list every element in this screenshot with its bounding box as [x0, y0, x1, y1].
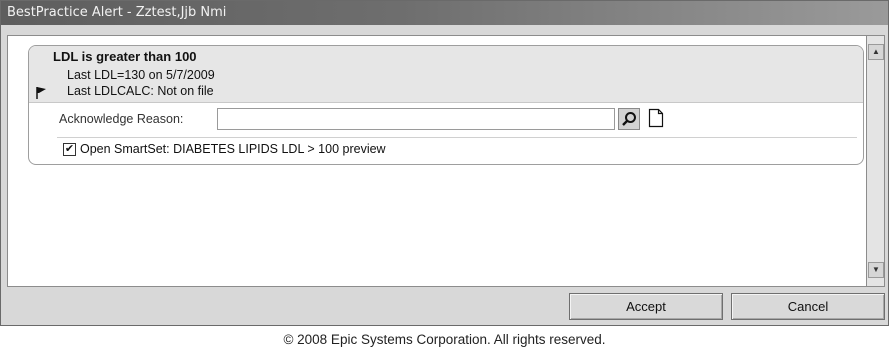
- open-smartset-label: Open SmartSet: DIABETES LIPIDS LDL > 100…: [80, 142, 386, 156]
- alert-last-ldlcalc: Last LDLCALC: Not on file: [67, 84, 214, 98]
- alert-card: LDL is greater than 100 Last LDL=130 on …: [28, 45, 864, 165]
- acknowledge-search-button[interactable]: [618, 108, 640, 130]
- open-smartset-checkbox[interactable]: ✔: [63, 143, 76, 156]
- copyright-notice: © 2008 Epic Systems Corporation. All rig…: [283, 332, 606, 347]
- flag-icon: [36, 87, 46, 99]
- arrow-down-icon: ▼: [872, 265, 880, 274]
- alert-last-ldl: Last LDL=130 on 5/7/2009: [67, 68, 215, 82]
- window-title: BestPractice Alert - Zztest,Jjb Nmi: [1, 1, 888, 25]
- alert-header: LDL is greater than 100 Last LDL=130 on …: [29, 46, 863, 103]
- alert-content-area: LDL is greater than 100 Last LDL=130 on …: [7, 35, 867, 287]
- arrow-up-icon: ▲: [872, 47, 880, 56]
- acknowledge-reason-input[interactable]: [217, 108, 615, 130]
- accept-button[interactable]: Accept: [569, 293, 723, 320]
- cancel-button[interactable]: Cancel: [731, 293, 885, 320]
- scroll-down-button[interactable]: ▼: [868, 262, 884, 278]
- bestpractice-alert-window: BestPractice Alert - Zztest,Jjb Nmi LDL …: [0, 0, 889, 326]
- alert-title: LDL is greater than 100: [53, 49, 197, 64]
- checkmark-icon: ✔: [64, 143, 75, 155]
- vertical-scrollbar[interactable]: ▲ ▼: [867, 35, 885, 287]
- search-icon: [622, 112, 636, 126]
- document-icon[interactable]: [648, 108, 664, 128]
- divider: [57, 137, 857, 138]
- acknowledge-reason-label: Acknowledge Reason:: [59, 112, 184, 126]
- scroll-up-button[interactable]: ▲: [868, 44, 884, 60]
